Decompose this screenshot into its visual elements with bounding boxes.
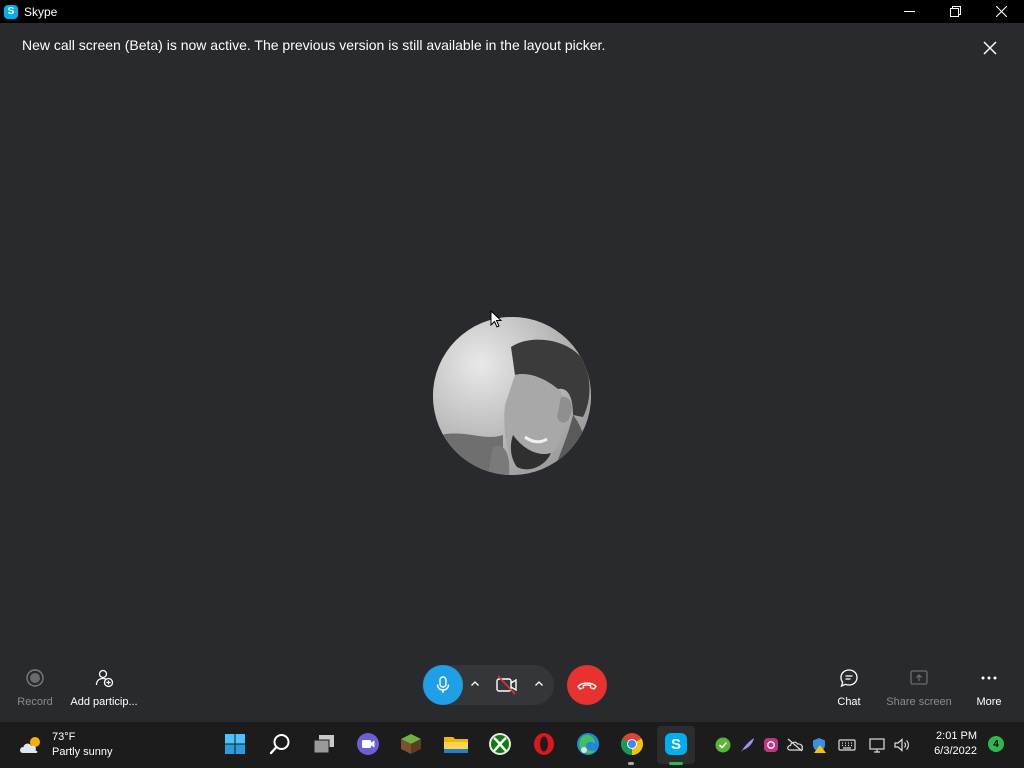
chat-label: Chat	[837, 696, 861, 708]
participant-avatar[interactable]	[433, 317, 591, 475]
teams-icon	[357, 733, 379, 755]
skype-logo-icon: S	[4, 4, 18, 19]
weather-temperature: 73°F	[52, 731, 76, 743]
restore-button[interactable]	[932, 0, 978, 23]
weather-icon	[20, 737, 40, 753]
taskbar-teams[interactable]	[355, 731, 381, 757]
call-stage: New call screen (Beta) is now active. Th…	[0, 23, 1024, 650]
close-window-button[interactable]	[978, 0, 1024, 23]
chat-button[interactable]: Chat	[829, 668, 869, 708]
taskbar-minecraft[interactable]	[398, 731, 424, 757]
taskbar-clock[interactable]: 2:01 PM 6/3/2022	[920, 729, 977, 759]
clock-date: 6/3/2022	[934, 745, 977, 757]
restore-icon	[949, 6, 961, 17]
banner-close-button[interactable]	[980, 38, 1000, 58]
video-options-chevron-up-icon[interactable]	[533, 678, 545, 690]
file-explorer-icon	[444, 737, 468, 753]
end-call-button[interactable]	[567, 665, 607, 705]
more-icon	[981, 676, 997, 680]
chrome-icon	[621, 733, 643, 755]
skype-icon: S	[665, 733, 687, 755]
mouse-cursor	[490, 310, 502, 328]
share-screen-label: Share screen	[886, 696, 952, 708]
share-screen-icon	[910, 670, 928, 685]
taskbar-edge[interactable]	[575, 731, 601, 757]
record-button[interactable]: Record	[14, 668, 56, 708]
taskbar-search-button[interactable]	[267, 731, 293, 757]
add-participants-button[interactable]: Add particip...	[68, 668, 140, 708]
more-label: More	[976, 696, 1002, 708]
volume-icon	[894, 738, 909, 752]
tray-volume[interactable]	[893, 736, 911, 754]
network-icon	[869, 738, 885, 753]
window-title: Skype	[24, 4, 58, 19]
weather-widget[interactable]: 73°F Partly sunny	[18, 730, 113, 760]
close-icon	[983, 41, 997, 55]
close-icon	[995, 6, 1007, 17]
share-screen-button[interactable]: Share screen	[885, 668, 953, 708]
chat-icon	[840, 669, 858, 688]
onedrive-icon	[787, 738, 804, 752]
task-view-button[interactable]	[311, 731, 337, 757]
taskbar-file-explorer[interactable]	[443, 731, 469, 757]
windows-start-icon	[225, 734, 245, 754]
taskbar-xbox[interactable]	[487, 731, 513, 757]
tray-keyboard[interactable]	[838, 736, 856, 754]
tray-network[interactable]	[869, 736, 887, 754]
weather-description: Partly sunny	[52, 746, 113, 758]
end-call-icon	[577, 682, 597, 690]
minimize-icon	[903, 11, 915, 12]
more-button[interactable]: More	[972, 668, 1006, 708]
opera-icon	[534, 733, 554, 755]
camera-off-icon	[496, 675, 517, 695]
tray-feather-app[interactable]	[738, 736, 756, 754]
tray-instagram-app[interactable]	[762, 736, 780, 754]
defender-warning-icon	[813, 738, 826, 753]
minecraft-icon	[401, 734, 421, 754]
feather-icon	[741, 738, 754, 752]
add-person-icon	[95, 669, 114, 688]
mute-button[interactable]	[423, 665, 463, 705]
record-label: Record	[17, 696, 53, 708]
record-icon	[26, 669, 44, 687]
minimize-button[interactable]	[886, 0, 932, 23]
call-controls-bar: Record Add particip... Chat Share screen…	[0, 650, 1024, 722]
tray-defender[interactable]	[810, 736, 828, 754]
add-participants-label: Add particip...	[70, 696, 138, 708]
search-icon	[269, 734, 290, 755]
microphone-icon	[436, 676, 450, 693]
tray-onedrive[interactable]	[786, 736, 804, 754]
taskbar-skype[interactable]: S	[663, 731, 689, 757]
audio-options-chevron-up-icon[interactable]	[469, 678, 481, 690]
notification-badge[interactable]: 4	[988, 736, 1004, 752]
shield-check-icon	[715, 737, 731, 753]
start-button[interactable]	[222, 731, 248, 757]
keyboard-icon	[838, 739, 856, 751]
taskbar-opera[interactable]	[531, 731, 557, 757]
chrome-running-indicator	[628, 762, 634, 765]
xbox-icon	[489, 733, 511, 755]
toggle-video-button[interactable]	[494, 672, 520, 698]
active-app-indicator	[669, 762, 683, 765]
clock-time: 2:01 PM	[936, 730, 977, 742]
taskbar-chrome[interactable]	[619, 731, 645, 757]
instagram-icon	[764, 738, 778, 752]
edge-icon	[577, 733, 599, 755]
avatar-photo	[433, 317, 591, 475]
task-view-icon	[313, 735, 334, 754]
tray-security-app[interactable]	[714, 736, 732, 754]
windows-taskbar: 73°F Partly sunny S 2:01 PM 6/3/2022 4	[0, 722, 1024, 768]
beta-banner-message: New call screen (Beta) is now active. Th…	[22, 37, 606, 53]
title-bar: S Skype	[0, 0, 1024, 23]
